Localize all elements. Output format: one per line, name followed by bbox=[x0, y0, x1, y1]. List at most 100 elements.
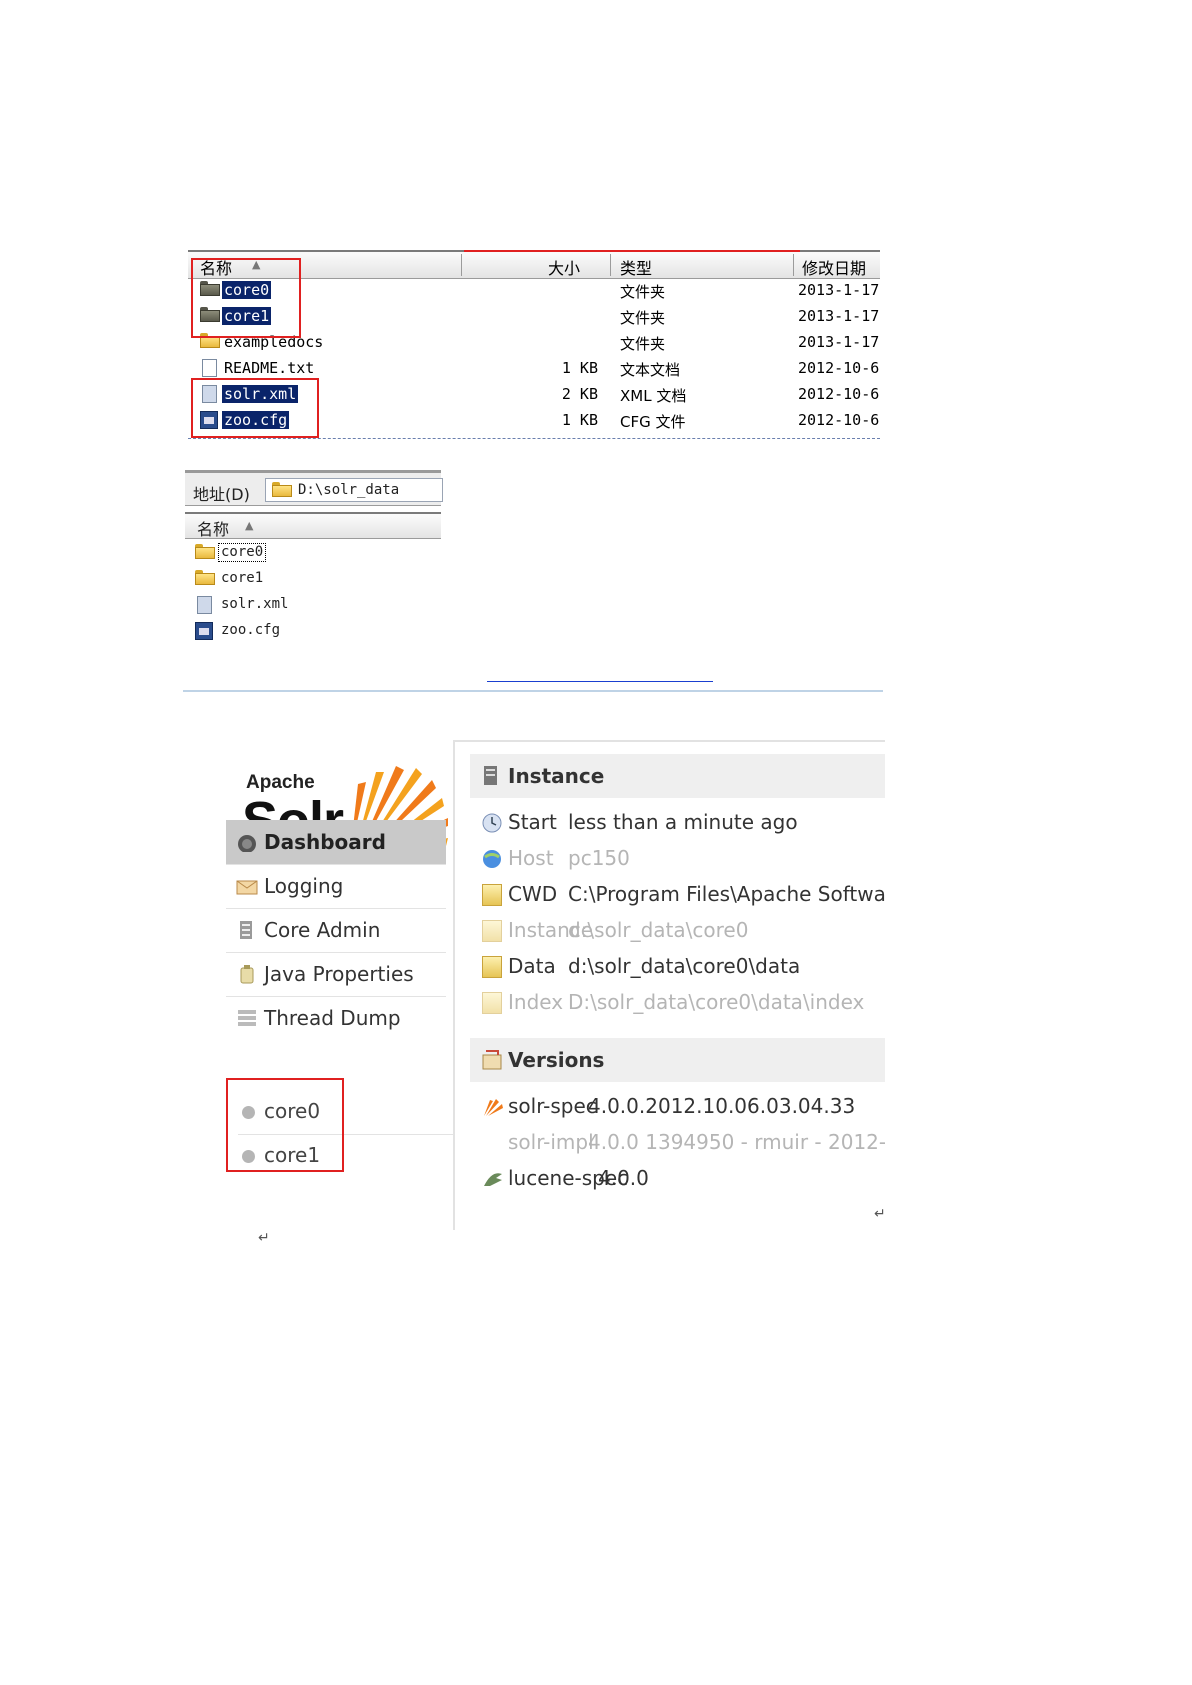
logging-icon bbox=[236, 876, 258, 896]
section-title: Versions bbox=[508, 1048, 605, 1072]
instance-row-host: Host pc150 bbox=[470, 842, 885, 878]
file-date: 2012-10-6 bbox=[798, 385, 880, 403]
file-size: 1 KB bbox=[561, 411, 598, 429]
highlight-box-cores bbox=[226, 1078, 344, 1172]
nav-logging[interactable]: Logging bbox=[226, 864, 446, 909]
file-row[interactable]: core0 bbox=[185, 540, 441, 564]
file-type: CFG 文件 bbox=[620, 413, 686, 431]
globe-icon bbox=[482, 848, 502, 870]
info-value: 4.0.0.2012.10.06.03.04.33 bbox=[588, 1094, 856, 1118]
info-value: C:\Program Files\Apache Softwa bbox=[568, 882, 885, 906]
column-header-name[interactable]: 名称 bbox=[197, 516, 229, 540]
file-size: 1 KB bbox=[561, 359, 598, 377]
file-name: core0 bbox=[217, 543, 267, 562]
thread-dump-icon bbox=[236, 1008, 258, 1028]
address-label: 地址(D) bbox=[193, 485, 250, 504]
info-key: solr-impl bbox=[508, 1130, 594, 1154]
file-type: 文件夹 bbox=[620, 283, 666, 301]
java-properties-icon bbox=[236, 964, 258, 984]
column-divider[interactable] bbox=[461, 254, 462, 276]
column-divider[interactable] bbox=[610, 254, 611, 276]
highlight-box-cores bbox=[191, 258, 301, 338]
info-value: 4.0.0 bbox=[598, 1166, 649, 1190]
file-type: 文件夹 bbox=[620, 335, 666, 353]
file-date: 2013-1-17 bbox=[798, 333, 880, 351]
info-key: solr-spec bbox=[508, 1094, 597, 1118]
folder-note-icon bbox=[482, 992, 502, 1014]
nav-label: Java Properties bbox=[264, 962, 414, 986]
xml-file-icon bbox=[195, 596, 215, 614]
file-row[interactable]: README.txt 1 KB 文本文档 2012-10-6 bbox=[188, 356, 880, 380]
nav-label: Dashboard bbox=[264, 830, 386, 854]
info-key: Host bbox=[508, 846, 554, 870]
file-name: core1 bbox=[221, 570, 264, 586]
file-name: README.txt bbox=[224, 359, 315, 377]
column-header-type[interactable]: 类型 bbox=[620, 255, 652, 279]
file-date: 2013-1-17 bbox=[798, 307, 880, 325]
nav-label: Thread Dump bbox=[264, 1006, 401, 1030]
hyperlink-underline[interactable] bbox=[487, 681, 713, 682]
selection-frame-bottom bbox=[188, 438, 880, 439]
file-row[interactable]: zoo.cfg bbox=[185, 618, 441, 642]
file-name: solr.xml bbox=[221, 596, 289, 612]
nav-dashboard[interactable]: Dashboard bbox=[226, 820, 446, 865]
info-key: Start bbox=[508, 810, 557, 834]
solr-icon bbox=[482, 1096, 503, 1118]
highlight-line bbox=[464, 250, 800, 252]
column-divider[interactable] bbox=[793, 254, 794, 276]
file-date: 2013-1-17 bbox=[798, 281, 880, 299]
lucene-icon bbox=[482, 1168, 502, 1190]
panel-divider bbox=[453, 740, 455, 1230]
sort-ascending-icon: ▲ bbox=[245, 519, 254, 532]
version-row-lucene-spec: lucene-spec 4.0.0 bbox=[470, 1162, 885, 1198]
folder-icon bbox=[195, 544, 215, 560]
info-key: Index bbox=[508, 990, 564, 1014]
highlight-box-config-files bbox=[191, 378, 319, 438]
nav-java-properties[interactable]: Java Properties bbox=[226, 952, 446, 997]
instance-row-instance: Instance d:\solr_data\core0 bbox=[470, 914, 885, 950]
column-header-size[interactable]: 大小 bbox=[548, 255, 580, 279]
instance-row-cwd: CWD C:\Program Files\Apache Softwa bbox=[470, 878, 885, 914]
browser-toolbar-edge bbox=[183, 690, 883, 692]
instance-row-data: Data d:\solr_data\core0\data bbox=[470, 950, 885, 986]
file-row[interactable]: core1 bbox=[185, 566, 441, 590]
info-key: CWD bbox=[508, 882, 558, 906]
folder-icon bbox=[195, 570, 215, 586]
cfg-file-icon bbox=[195, 622, 215, 640]
file-type: XML 文档 bbox=[620, 387, 687, 405]
column-header-bar: 名称 ▲ bbox=[185, 512, 441, 539]
server-icon bbox=[482, 765, 500, 787]
nav-label: Core Admin bbox=[264, 918, 381, 942]
file-size: 2 KB bbox=[561, 385, 598, 403]
nav-label: Logging bbox=[264, 874, 344, 898]
versions-header: Versions bbox=[470, 1038, 885, 1082]
address-bar: 地址(D) D:\solr_data bbox=[185, 470, 443, 506]
folder-note-icon bbox=[482, 920, 502, 942]
version-row-solr-impl: solr-impl 4.0.0 1394950 - rmuir - 2012-1… bbox=[470, 1126, 885, 1162]
nav-core-admin[interactable]: Core Admin bbox=[226, 908, 446, 953]
panel-top-border bbox=[453, 740, 885, 742]
solr-admin: Apache Solr Dashboard Logging Core Admin bbox=[220, 740, 885, 1230]
folder-note-icon bbox=[482, 956, 502, 978]
file-date: 2012-10-6 bbox=[798, 359, 880, 377]
text-file-icon bbox=[200, 359, 220, 377]
info-value: less than a minute ago bbox=[568, 810, 798, 834]
info-value: 4.0.0 1394950 - rmuir - 2012-10 bbox=[588, 1130, 885, 1154]
info-value: pc150 bbox=[568, 846, 630, 870]
version-row-solr-spec: solr-spec 4.0.0.2012.10.06.03.04.33 bbox=[470, 1090, 885, 1126]
paragraph-mark-icon: ↵ bbox=[258, 1230, 270, 1246]
file-name: zoo.cfg bbox=[221, 622, 281, 638]
core-admin-icon bbox=[236, 920, 258, 940]
file-type: 文件夹 bbox=[620, 309, 666, 327]
info-value: d:\solr_data\core0\data bbox=[568, 954, 801, 978]
info-value: d:\solr_data\core0 bbox=[568, 918, 749, 942]
file-row[interactable]: solr.xml bbox=[185, 592, 441, 616]
instance-row-index: Index D:\solr_data\core0\data\index bbox=[470, 986, 885, 1022]
address-value: D:\solr_data bbox=[298, 482, 400, 498]
address-input[interactable]: D:\solr_data bbox=[265, 478, 443, 502]
column-header-date[interactable]: 修改日期 bbox=[802, 255, 866, 279]
clock-icon bbox=[482, 812, 502, 834]
instance-header: Instance bbox=[470, 754, 885, 798]
nav-thread-dump[interactable]: Thread Dump bbox=[226, 996, 446, 1040]
info-key: Data bbox=[508, 954, 556, 978]
